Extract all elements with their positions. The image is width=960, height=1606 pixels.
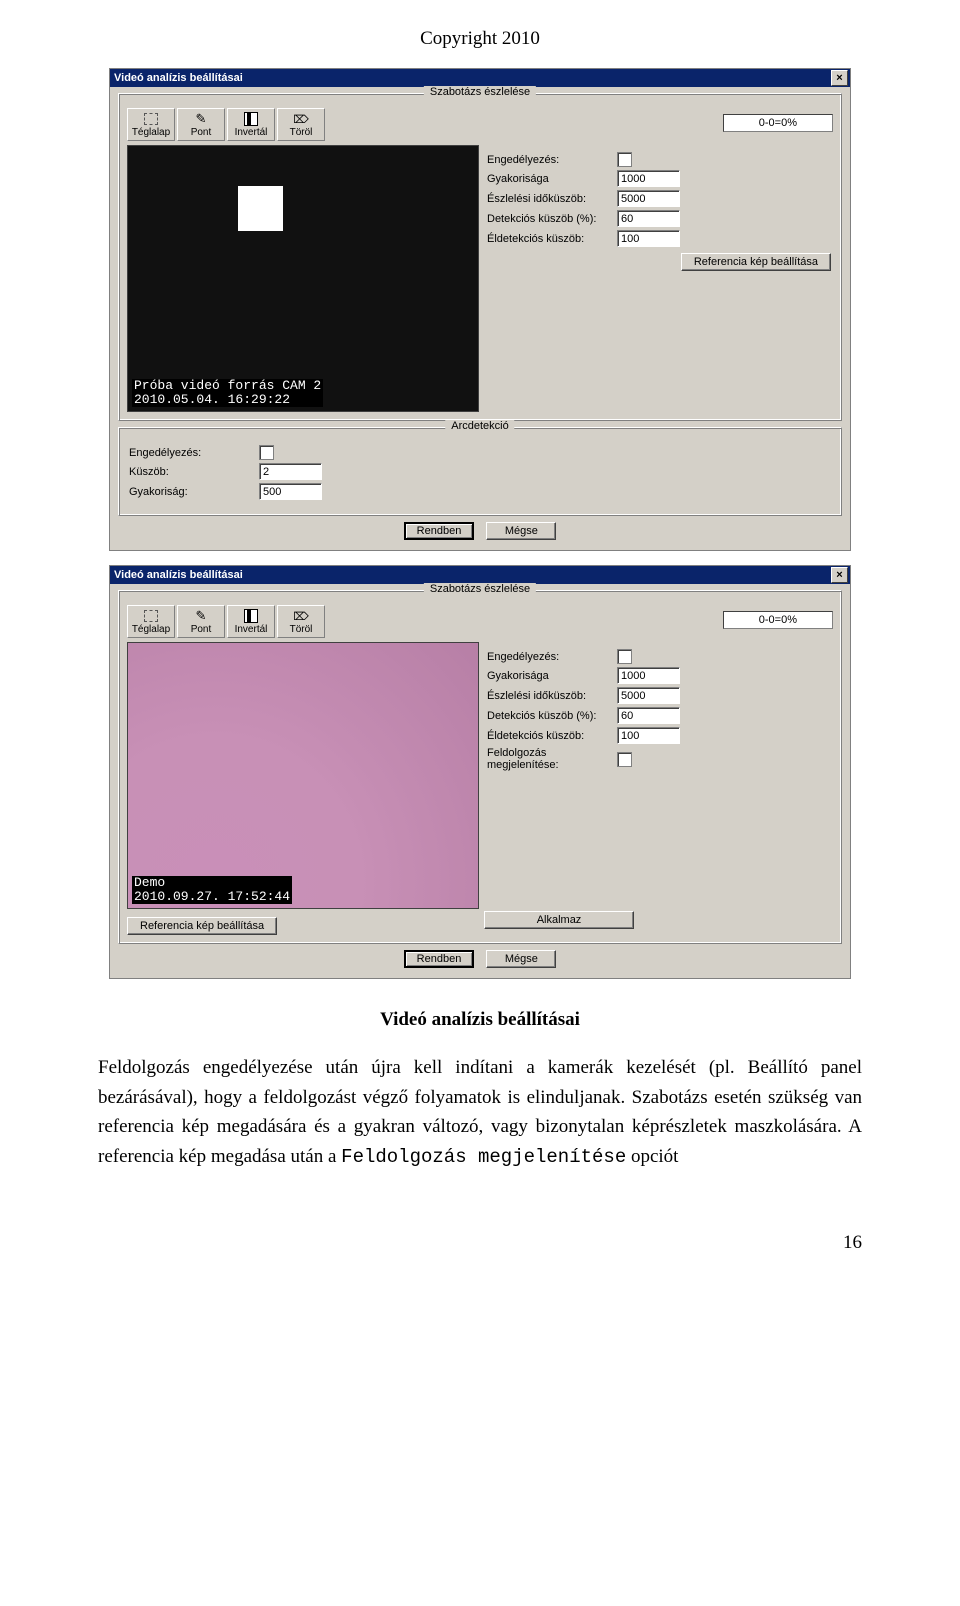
sabotage-group: Szabotázs észlelése Téglalap Pont Invert… (118, 93, 842, 421)
window-title: Videó analízis beállításai (114, 72, 243, 84)
video-analysis-dialog-1: Videó analízis beállításai × Szabotázs é… (109, 68, 851, 551)
detect-thresh-input[interactable] (617, 707, 680, 724)
sabotage-status: 0-0=0% (723, 611, 833, 629)
ok-button[interactable]: Rendben (404, 522, 475, 540)
tool-erase[interactable]: Töröl (277, 108, 325, 141)
detect-time-label: Észlelési időküszöb: (487, 193, 617, 205)
figure-caption: Videó analízis beállításai (98, 1005, 862, 1034)
face-enable-label: Engedélyezés: (129, 447, 259, 459)
tool-erase-label: Töröl (290, 127, 313, 138)
sabotage-params: Engedélyezés: Gyakorisága Észlelési idők… (485, 145, 833, 412)
apply-button[interactable]: Alkalmaz (484, 911, 634, 929)
edge-thresh-input[interactable] (617, 727, 680, 744)
pen-icon (180, 111, 222, 127)
face-detect-group: Arcdetekció Engedélyezés: Küszöb: Gyakor… (118, 427, 842, 516)
rect-icon (144, 113, 158, 125)
tool-rect-label: Téglalap (132, 127, 170, 138)
sabotage-group: Szabotázs észlelése Téglalap Pont Invert… (118, 590, 842, 944)
tool-invert[interactable]: Invertál (227, 108, 275, 141)
tool-point[interactable]: Pont (177, 605, 225, 638)
mask-toolbar: Téglalap Pont Invertál Töröl (127, 605, 327, 638)
show-proc-label: Feldolgozás megjelenítése: (487, 747, 617, 771)
paragraph-1: Feldolgozás engedélyezése után újra kell… (98, 1053, 862, 1172)
mask-region (238, 186, 283, 231)
freq-input[interactable] (617, 667, 680, 684)
video-analysis-dialog-2: Videó analízis beállításai × Szabotázs é… (109, 565, 851, 979)
tool-point-label: Pont (191, 624, 212, 635)
invert-icon (244, 112, 258, 126)
cancel-button[interactable]: Mégse (486, 950, 556, 968)
show-proc-checkbox[interactable] (617, 752, 632, 767)
reference-image-button[interactable]: Referencia kép beállítása (681, 253, 831, 271)
enable-label: Engedélyezés: (487, 154, 617, 166)
tool-rect[interactable]: Téglalap (127, 108, 175, 141)
freq-label: Gyakorisága (487, 173, 617, 185)
sabotage-status: 0-0=0% (723, 114, 833, 132)
close-icon[interactable]: × (831, 567, 848, 583)
tool-invert[interactable]: Invertál (227, 605, 275, 638)
tool-point-label: Pont (191, 127, 212, 138)
rect-icon (144, 610, 158, 622)
edge-thresh-label: Éldetekciós küszöb: (487, 233, 617, 245)
face-freq-label: Gyakoriság: (129, 486, 259, 498)
enable-checkbox[interactable] (617, 152, 632, 167)
detect-thresh-label: Detekciós küszöb (%): (487, 710, 617, 722)
reference-image-button[interactable]: Referencia kép beállítása (127, 917, 277, 935)
tool-invert-label: Invertál (235, 624, 268, 635)
invert-icon (244, 609, 258, 623)
tool-erase-label: Töröl (290, 624, 313, 635)
sabotage-params: Engedélyezés: Gyakorisága Észlelési idők… (485, 642, 833, 909)
sabotage-legend: Szabotázs észlelése (424, 583, 536, 595)
face-legend: Arcdetekció (445, 420, 514, 432)
camera-osd: Demo 2010.09.27. 17:52:44 (132, 876, 292, 904)
sabotage-legend: Szabotázs észlelése (424, 86, 536, 98)
ok-button[interactable]: Rendben (404, 950, 475, 968)
tool-rect[interactable]: Téglalap (127, 605, 175, 638)
detect-time-input[interactable] (617, 190, 680, 207)
tool-point[interactable]: Pont (177, 108, 225, 141)
window-title: Videó analízis beállításai (114, 569, 243, 581)
face-thresh-input[interactable] (259, 463, 322, 480)
freq-label: Gyakorisága (487, 670, 617, 682)
detect-time-label: Észlelési időküszöb: (487, 690, 617, 702)
title-bar: Videó analízis beállításai × (110, 69, 850, 87)
erase-icon (280, 608, 322, 624)
title-bar: Videó analízis beállításai × (110, 566, 850, 584)
detect-thresh-input[interactable] (617, 210, 680, 227)
detect-time-input[interactable] (617, 687, 680, 704)
cancel-button[interactable]: Mégse (486, 522, 556, 540)
camera-preview[interactable]: Próba videó forrás CAM 2 2010.05.04. 16:… (127, 145, 479, 412)
detect-thresh-label: Detekciós küszöb (%): (487, 213, 617, 225)
freq-input[interactable] (617, 170, 680, 187)
face-thresh-label: Küszöb: (129, 466, 259, 478)
enable-label: Engedélyezés: (487, 651, 617, 663)
face-freq-input[interactable] (259, 483, 322, 500)
camera-preview[interactable]: Demo 2010.09.27. 17:52:44 (127, 642, 479, 909)
page-number: 16 (98, 1232, 862, 1254)
erase-icon (280, 111, 322, 127)
edge-thresh-input[interactable] (617, 230, 680, 247)
inline-code: Feldolgozás megjelenítése (341, 1146, 626, 1168)
page-header: Copyright 2010 (98, 0, 862, 68)
tool-invert-label: Invertál (235, 127, 268, 138)
close-icon[interactable]: × (831, 70, 848, 86)
mask-toolbar: Téglalap Pont Invertál Töröl (127, 108, 327, 141)
pen-icon (180, 608, 222, 624)
face-enable-checkbox[interactable] (259, 445, 274, 460)
body-text: Videó analízis beállításai Feldolgozás e… (98, 1005, 862, 1172)
camera-osd: Próba videó forrás CAM 2 2010.05.04. 16:… (132, 379, 323, 407)
edge-thresh-label: Éldetekciós küszöb: (487, 730, 617, 742)
tool-erase[interactable]: Töröl (277, 605, 325, 638)
enable-checkbox[interactable] (617, 649, 632, 664)
tool-rect-label: Téglalap (132, 624, 170, 635)
